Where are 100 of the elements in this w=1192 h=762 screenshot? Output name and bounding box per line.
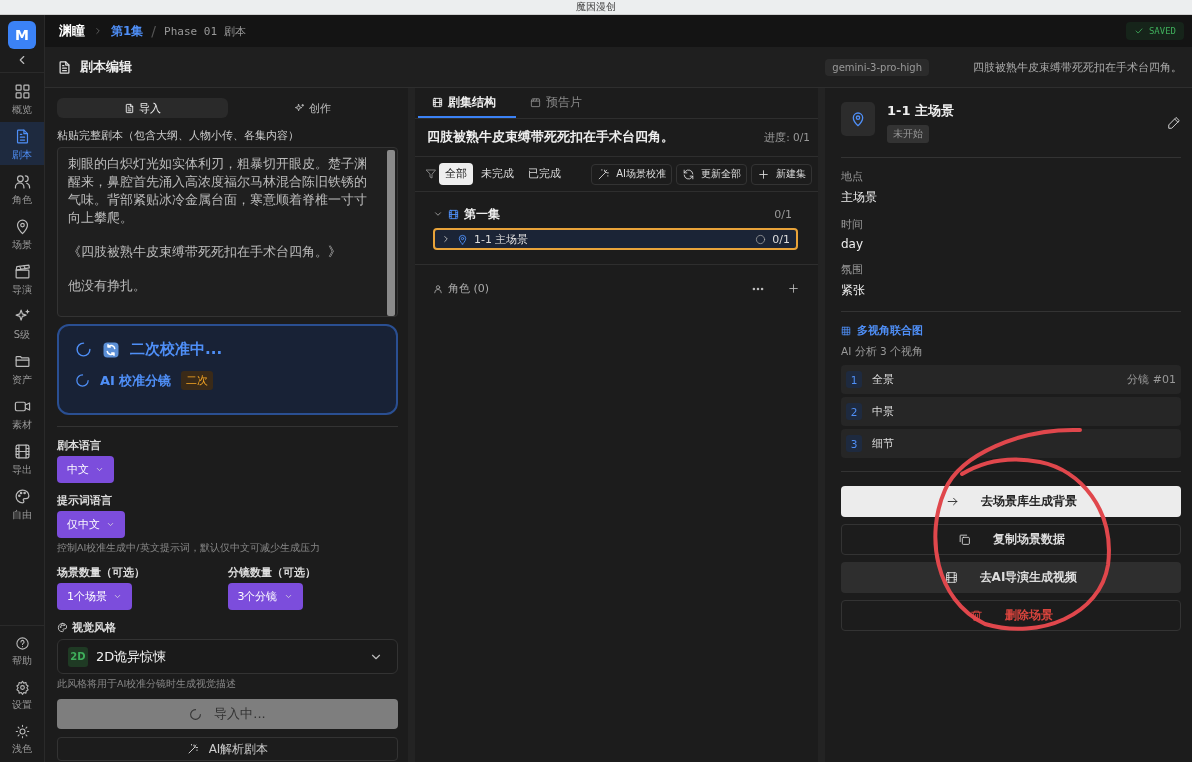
field-hint: 控制AI校准生成中/英文提示词，默认仅中文可减少生成压力 xyxy=(57,542,321,555)
toolbar-button[interactable]: 新建集 xyxy=(751,163,812,185)
model-tag: gemini-3-pro-high xyxy=(825,58,929,76)
progress-label: 进度: 0/1 xyxy=(764,130,810,145)
field-label: 提示词语言 xyxy=(57,493,113,508)
nav-item[interactable]: 场景 xyxy=(0,212,44,255)
view-label: 全景 xyxy=(872,372,894,387)
view-label: 细节 xyxy=(872,436,894,451)
view-tab[interactable]: 预告片 xyxy=(516,88,602,118)
shot-label: 分镜 #01 xyxy=(1127,372,1176,387)
refresh-icon xyxy=(102,340,120,359)
wand-icon xyxy=(597,167,611,181)
mode-tab[interactable]: 导入 xyxy=(57,98,228,118)
style-select[interactable]: 2D 2D诡异惊悚 xyxy=(57,639,398,674)
nav-item[interactable]: 剧本 xyxy=(0,122,44,165)
spinner-icon xyxy=(75,341,92,358)
scene-row[interactable]: 1-1 主场景 0/1 xyxy=(433,228,798,250)
view-row[interactable]: 2 中景 xyxy=(841,397,1181,426)
nav-item[interactable]: 浅色 xyxy=(0,718,44,760)
nav-item[interactable]: 角色 xyxy=(0,167,44,210)
pin-icon xyxy=(850,111,866,127)
field-label: 场景数量（可选） xyxy=(57,565,146,580)
view-number: 1 xyxy=(846,371,862,388)
settings-icon xyxy=(14,680,30,695)
project-name[interactable]: 渊瞳 xyxy=(59,22,85,40)
nav-item[interactable]: 概览 xyxy=(0,77,44,120)
grid-icon xyxy=(13,83,31,100)
sparkle-icon xyxy=(294,102,306,114)
nav-item[interactable]: 自由 xyxy=(0,482,44,525)
nav-item[interactable]: S级 xyxy=(0,302,44,345)
document-icon xyxy=(123,102,135,114)
field-label: 分镜数量（可选） xyxy=(227,565,317,580)
field-label: 时间 xyxy=(841,218,864,232)
folder-icon xyxy=(13,353,31,370)
action-button[interactable]: 复制场景数据 xyxy=(841,524,1181,555)
section-subtitle: AI 分析 3 个视角 xyxy=(841,345,924,359)
nav-item[interactable]: 导演 xyxy=(0,257,44,300)
view-tab[interactable]: 剧集结构 xyxy=(418,88,516,118)
nav-item[interactable]: 导出 xyxy=(0,437,44,480)
view-row[interactable]: 3 细节 xyxy=(841,429,1181,458)
chevron-right-icon xyxy=(441,234,451,244)
palette-icon xyxy=(13,488,31,505)
parse-button[interactable]: AI解析剧本 xyxy=(57,737,398,761)
nav-item[interactable]: 资产 xyxy=(0,347,44,390)
chevron-down-icon xyxy=(106,520,115,529)
film-icon xyxy=(13,443,31,460)
add-button[interactable] xyxy=(787,282,800,295)
count-select[interactable]: 3个分镜 xyxy=(227,583,303,610)
episode-row[interactable]: 第一集 0/1 xyxy=(433,204,798,224)
trash-icon xyxy=(969,609,983,622)
plus-icon xyxy=(757,167,770,181)
app-logo[interactable]: M xyxy=(8,21,36,49)
field-label: 地点 xyxy=(841,170,864,184)
language-select[interactable]: 仅中文 xyxy=(57,511,125,538)
pin-icon xyxy=(457,233,468,245)
palette-icon xyxy=(57,622,68,633)
script-field[interactable]: 刺眼的白炽灯光如实体利刃，粗暴切开眼皮。楚子渊醒来，鼻腔首先涌入高浓度福尔马林混合陈旧铁锈的气味。背部紧贴冰冷金属台面，寒意顺着脊椎一寸寸向上攀爬。 《四肢被熟牛皮束缚带死死扣在手术台四角。》 他没有挣扎。 xyxy=(57,147,398,317)
saved-badge: SAVED xyxy=(1125,22,1184,40)
filter-tab[interactable]: 已完成 xyxy=(522,163,567,185)
person-icon xyxy=(433,283,443,294)
film-icon xyxy=(432,96,443,108)
filter-icon xyxy=(425,168,437,180)
field-value: 紧张 xyxy=(841,282,866,299)
step-badge: 二次 xyxy=(181,371,214,390)
scene-title: 1-1 主场景 xyxy=(887,103,954,118)
style-badge: 2D xyxy=(68,646,88,667)
action-button[interactable]: 删除场景 xyxy=(841,600,1181,631)
spinner-icon xyxy=(189,707,203,721)
toolbar-button[interactable]: 更新全部 xyxy=(676,163,747,185)
view-number: 2 xyxy=(846,403,862,420)
nav-item[interactable]: 设置 xyxy=(0,674,44,716)
help-icon xyxy=(14,636,30,651)
filter-tab[interactable]: 全部 xyxy=(439,163,473,185)
nav-item[interactable]: 帮助 xyxy=(0,630,44,672)
view-row[interactable]: 1 全景 分镜 #01 xyxy=(841,365,1181,394)
filter-tab[interactable]: 未完成 xyxy=(475,163,520,185)
episode-link[interactable]: 第1集 xyxy=(111,22,144,40)
action-button[interactable]: 去场景库生成背景 xyxy=(841,486,1181,517)
film-icon xyxy=(944,571,958,584)
scrollbar[interactable] xyxy=(387,150,395,316)
clapperboard-icon xyxy=(13,263,31,280)
progress-step: AI 校准分镜 xyxy=(100,371,172,390)
field-label: 氛围 xyxy=(841,263,864,277)
phase-label: Phase 01 剧本 xyxy=(164,23,246,39)
chevron-down-icon xyxy=(283,592,293,601)
mode-tab[interactable]: 创作 xyxy=(227,98,398,118)
sun-icon xyxy=(14,724,30,739)
language-select[interactable]: 中文 xyxy=(57,456,114,483)
window-title: 魔因漫创 xyxy=(576,1,616,13)
action-button[interactable]: 去AI导演生成视频 xyxy=(841,562,1181,593)
section-title: 角色 (0) xyxy=(448,281,490,296)
scene-summary: 四肢被熟牛皮束缚带死死扣在手术台四角。 xyxy=(973,59,1182,75)
field-value: 主场景 xyxy=(841,189,878,206)
section-title: 多视角联合图 xyxy=(857,324,923,338)
nav-item[interactable]: 素材 xyxy=(0,392,44,435)
view-number: 3 xyxy=(846,435,862,452)
count-select[interactable]: 1个场景 xyxy=(57,583,132,610)
chevron-down-icon xyxy=(95,465,104,474)
toolbar-button[interactable]: AI场景校准 xyxy=(591,163,672,185)
document-icon xyxy=(57,59,72,75)
